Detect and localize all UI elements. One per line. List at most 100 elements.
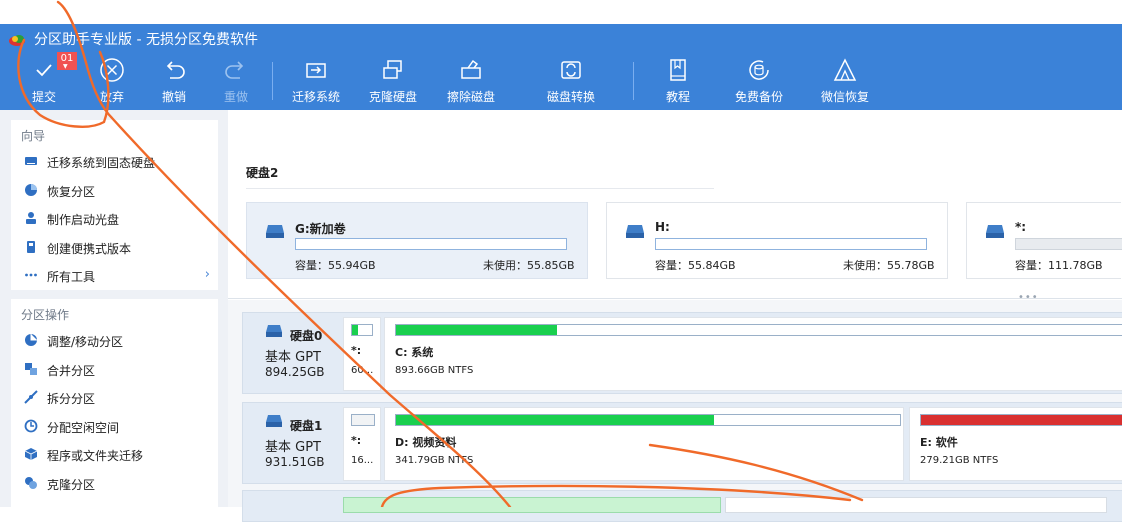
partition-block[interactable]: E: 软件 279.21GB NTFS	[909, 407, 1122, 481]
wipe-disk-icon	[461, 59, 481, 79]
partition-detail: 893.66GB NTFS	[395, 365, 474, 376]
redo-label: 重做	[223, 90, 248, 104]
sidebar-item-merge-partition[interactable]: 合并分区	[11, 355, 218, 384]
allocate-space-icon	[24, 419, 38, 432]
sidebar-item-resize-move[interactable]: 调整/移动分区	[11, 326, 218, 355]
boot-disc-icon	[26, 212, 36, 224]
partition-block[interactable]	[343, 497, 721, 513]
hard-drive-icon	[626, 225, 644, 238]
partition-block[interactable]: C: 系统 893.66GB NTFS	[384, 317, 1122, 391]
sidebar-item-split-partition[interactable]: 拆分分区	[11, 383, 218, 412]
hard-drive-icon	[266, 415, 282, 427]
free-backup-button[interactable]: 免费备份	[733, 57, 785, 107]
disk-name: 硬盘1	[290, 419, 323, 433]
sidebar-item-app-migrate[interactable]: 程序或文件夹迁移	[11, 440, 218, 469]
free-backup-label: 免费备份	[734, 90, 783, 104]
disk-info: 硬盘1 基本 GPT 931.51GB	[243, 403, 339, 483]
toolbar-separator	[633, 62, 634, 100]
partition-label: *:	[351, 434, 362, 447]
sidebar-item-label: 创建便携式版本	[47, 241, 132, 256]
sidebar-item-label: 迁移系统到固态硬盘	[47, 156, 156, 170]
clone-disk-icon	[383, 60, 402, 79]
partition-card-g[interactable]: G:新加卷 容量：55.94GB 未使用：55.85GB	[246, 202, 588, 279]
check-icon	[36, 64, 52, 77]
wechat-recovery-button[interactable]: 微信恢复	[819, 57, 871, 107]
submit-label: 提交	[31, 90, 56, 104]
merge-partition-icon	[25, 362, 37, 375]
disk-convert-label: 磁盘转换	[546, 90, 595, 104]
partition-block[interactable]: D: 视频资料 341.79GB NTFS	[384, 407, 904, 481]
sidebar-item-label: 合并分区	[47, 363, 96, 378]
hard-drive-icon	[986, 225, 1004, 238]
partition-detail: 341.79GB NTFS	[395, 455, 474, 466]
disk-type: 基本 GPT	[265, 440, 321, 455]
tutorial-button[interactable]: 教程	[660, 57, 696, 107]
disk-size: 931.51GB	[265, 455, 325, 469]
window-top-strip	[0, 0, 1122, 24]
discard-button[interactable]: 放弃	[90, 57, 134, 107]
migrate-os-button[interactable]: 迁移系统	[290, 57, 342, 107]
sidebar-item-boot-disc[interactable]: 制作启动光盘	[11, 204, 218, 233]
clone-partition-icon	[25, 476, 37, 489]
app-title: 分区助手专业版 - 无损分区免费软件	[34, 32, 258, 48]
toolbar-separator	[272, 62, 273, 100]
partition-label: *:	[351, 344, 362, 357]
wechat-recovery-label: 微信恢复	[820, 90, 869, 104]
partition-label: C: 系统	[395, 346, 434, 359]
disk-name: 硬盘0	[290, 329, 323, 343]
partition-detail: 279.21GB NTFS	[920, 455, 999, 466]
undo-button[interactable]: 撤销	[152, 57, 196, 107]
partition-card-h[interactable]: H: 容量：55.84GB 未使用：55.78GB	[606, 202, 948, 279]
migrate-os-icon	[306, 63, 326, 78]
partition-block[interactable]: *: 60...	[343, 317, 381, 391]
migrate-os-label: 迁移系统	[291, 90, 340, 104]
disk-row-2[interactable]	[242, 490, 1122, 522]
app-migrate-icon	[24, 448, 38, 460]
portable-version-icon	[27, 240, 35, 253]
sidebar-item-label: 所有工具	[47, 270, 96, 284]
partition-free: 未使用：55.78GB	[843, 259, 935, 272]
redo-button[interactable]: 重做	[214, 57, 258, 107]
pane-splitter[interactable]	[228, 298, 1122, 299]
sidebar-item-label: 拆分分区	[47, 392, 96, 406]
partition-name: *:	[1015, 220, 1027, 234]
partition-capacity: 容量：111.78GB	[1015, 259, 1103, 272]
disk-row-1[interactable]: 硬盘1 基本 GPT 931.51GB *: 16... D: 视频资料 341…	[242, 402, 1122, 484]
title-bar: 分区助手专业版 - 无损分区免费软件 提交 01 ▼ 放弃 撤销 重做 迁移系统…	[0, 24, 1122, 110]
partition-usage-bar	[1015, 238, 1122, 250]
clone-disk-label: 克隆硬盘	[368, 90, 417, 104]
resize-move-icon	[25, 334, 37, 346]
partition-card-unallocated[interactable]: *: 容量：111.78GB	[966, 202, 1122, 279]
disk-row-0[interactable]: 硬盘0 基本 GPT 894.25GB *: 60... C: 系统 893.6…	[242, 312, 1122, 394]
sidebar-item-label: 克隆分区	[47, 477, 96, 492]
wipe-disk-button[interactable]: 擦除磁盘	[445, 57, 497, 107]
sidebar-item-allocate-space[interactable]: 分配空闲空间	[11, 412, 218, 441]
sidebar-item-portable-version[interactable]: 创建便携式版本	[11, 233, 218, 262]
sidebar-item-all-tools[interactable]: 所有工具 ›	[11, 261, 218, 290]
app-logo-icon	[9, 35, 25, 46]
partition-ops-heading: 分区操作	[21, 308, 70, 322]
sidebar-item-migrate-ssd[interactable]: 迁移系统到固态硬盘	[11, 147, 218, 176]
redo-icon	[225, 61, 244, 79]
sidebar-item-clone-partition[interactable]: 克隆分区	[11, 469, 218, 498]
partition-block[interactable]: *: 16...	[343, 407, 381, 481]
disk2-divider	[246, 188, 714, 189]
partition-ops-panel: 分区操作 调整/移动分区 合并分区 拆分分区 分配空闲空间 程序或文件夹迁移 克…	[11, 299, 218, 507]
badge-caret-icon: ▼	[63, 63, 68, 70]
disk-convert-button[interactable]: 磁盘转换	[545, 57, 597, 107]
partition-usage-bar	[351, 414, 375, 426]
pending-ops-badge[interactable]: 01 ▼	[57, 52, 77, 70]
usage-fill	[921, 415, 1122, 425]
sidebar-item-recover-partition[interactable]: 恢复分区	[11, 176, 218, 205]
partition-block[interactable]	[725, 497, 1107, 513]
clone-disk-button[interactable]: 克隆硬盘	[367, 57, 419, 107]
partition-usage-bar	[295, 238, 567, 250]
partition-name: H:	[655, 220, 670, 234]
wizard-panel: 向导 迁移系统到固态硬盘 恢复分区 制作启动光盘 创建便携式版本 所有工具 ›	[11, 120, 218, 290]
hard-drive-icon	[266, 225, 284, 238]
disk-convert-icon	[561, 61, 581, 79]
sidebar: 向导 迁移系统到固态硬盘 恢复分区 制作启动光盘 创建便携式版本 所有工具 › …	[0, 110, 228, 507]
splitter-grip-icon[interactable]: •••	[1018, 292, 1039, 303]
more-dots-icon	[25, 273, 37, 277]
usage-fill	[352, 325, 358, 335]
